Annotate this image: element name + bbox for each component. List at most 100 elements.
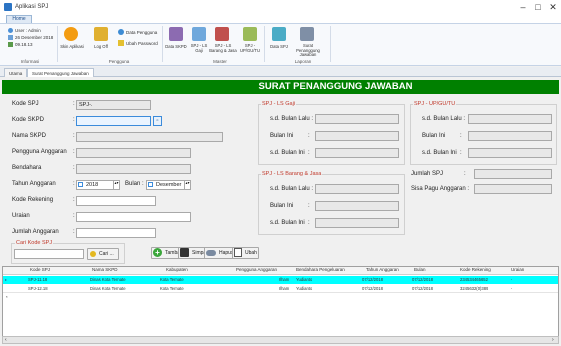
- column-header[interactable]: Uraian: [511, 266, 524, 274]
- gaji-sd-bulan-ini-label: s.d. Bulan Ini: [270, 150, 305, 156]
- pengguna-anggaran-field[interactable]: [76, 148, 191, 158]
- gaji-bulan-lalu-field[interactable]: [315, 114, 399, 124]
- column-header[interactable]: Bulan: [414, 266, 426, 274]
- table-cell: Kota Ternate: [160, 286, 184, 291]
- table-cell: SPJ-11.18: [28, 277, 48, 282]
- horizontal-scrollbar[interactable]: [2, 336, 559, 344]
- data-pengguna-button[interactable]: Data Pengguna: [126, 30, 157, 35]
- table-cell: 07/12/2018: [362, 286, 383, 291]
- spin-arrows-icon[interactable]: ▴▾: [113, 181, 119, 189]
- table-cell: 234534465652: [460, 277, 488, 282]
- table-cell: Ilham: [279, 277, 290, 282]
- spj-ls-barang-button[interactable]: SPJ - LS Barang & Jasa: [209, 43, 237, 53]
- surat-icon: [300, 27, 314, 41]
- new-row-indicator: *: [6, 295, 8, 300]
- logoff-button[interactable]: Log Off: [90, 44, 112, 49]
- jumlah-spj-field[interactable]: [474, 169, 552, 179]
- column-header[interactable]: Pengguna Anggaran: [236, 266, 277, 274]
- table-cell: Dinas Kota Ternate: [90, 277, 126, 282]
- colon: :: [73, 165, 75, 171]
- up-sd-bulan-ini-field[interactable]: [468, 148, 552, 158]
- group-label-laporan: Laporan: [294, 59, 312, 64]
- jumlah-spj-label: Jumlah SPJ: [411, 171, 444, 177]
- surat-button[interactable]: Surat Penanggung Jawaban: [293, 43, 323, 58]
- calendar-icon: [148, 182, 153, 187]
- kode-rekening-field[interactable]: [76, 196, 156, 206]
- sisa-pagu-field[interactable]: [474, 184, 552, 194]
- jumlah-anggaran-label: Jumlah Anggaran: [12, 229, 59, 235]
- column-header[interactable]: Nama SKPD: [92, 266, 118, 274]
- group-label-pengguna: Pengguna: [108, 59, 130, 64]
- colon: :: [73, 133, 75, 139]
- colon: :: [73, 181, 75, 187]
- user-icon: [8, 28, 13, 33]
- up-bulan-ini-label: Bulan Ini: [422, 133, 446, 139]
- scroll-right-icon[interactable]: ›: [552, 337, 554, 343]
- barang-sd-bulan-ini-field[interactable]: [315, 218, 399, 228]
- table-cell: -: [511, 277, 513, 282]
- bendahara-field[interactable]: [76, 164, 191, 174]
- spin-arrows-icon[interactable]: ▴▾: [184, 181, 190, 189]
- maximize-button[interactable]: □: [531, 2, 545, 12]
- ribbon-separator: [330, 26, 331, 62]
- time-label: 09.18.13: [15, 42, 33, 47]
- tab-surat-penanggung-jawaban[interactable]: Surat Penanggung Jawaban: [27, 68, 94, 77]
- date-label: 26 Desember 2018: [15, 35, 54, 40]
- spj-ls-gaji-icon: [192, 27, 206, 41]
- up-bulan-ini-field[interactable]: [468, 131, 552, 141]
- ribbon-separator: [57, 26, 58, 62]
- close-button[interactable]: ✕: [546, 2, 560, 12]
- barang-bulan-ini-label: Bulan Ini: [270, 203, 294, 209]
- spj-ls-barang-title: SPJ - LS Barang & Jasa: [261, 171, 323, 177]
- colon: :: [73, 197, 75, 203]
- ribbon-separator: [264, 26, 265, 62]
- scroll-left-icon[interactable]: ‹: [5, 337, 7, 343]
- barang-bulan-ini-field[interactable]: [315, 201, 399, 211]
- kode-spj-label: Kode SPJ: [12, 101, 39, 107]
- data-skpd-button[interactable]: Data SKPD: [165, 44, 187, 49]
- spj-up-icon: [243, 27, 257, 41]
- tab-home[interactable]: Home: [6, 15, 32, 23]
- tahun-anggaran-label: Tahun Anggaran: [12, 181, 56, 187]
- up-bulan-lalu-field[interactable]: [468, 114, 552, 124]
- table-cell: Yudianto: [296, 277, 313, 282]
- window-title: Aplikasi SPJ: [15, 4, 49, 10]
- up-sd-bulan-ini-label: s.d. Bulan Ini: [422, 150, 457, 156]
- nama-skpd-field[interactable]: [76, 132, 223, 142]
- colon: :: [73, 149, 75, 155]
- gaji-sd-bulan-ini-field[interactable]: [315, 148, 399, 158]
- uraian-field[interactable]: [76, 212, 191, 222]
- colon: :: [460, 150, 462, 156]
- group-label-master: Master: [213, 59, 227, 64]
- sisa-pagu-label: Sisa Pagu Anggaran :: [411, 186, 470, 192]
- kode-skpd-field[interactable]: [76, 116, 151, 126]
- column-header[interactable]: Bendahara Pengeluaran: [296, 266, 345, 274]
- spj-ls-gaji-button[interactable]: SPJ - LS Gaji: [188, 43, 210, 53]
- minimize-button[interactable]: –: [516, 2, 530, 12]
- cari-kode-spj-field[interactable]: [14, 249, 84, 259]
- barang-sd-bulan-ini-label: s.d. Bulan Ini: [270, 220, 305, 226]
- ubah-password-button[interactable]: Ubah Password: [126, 41, 158, 46]
- column-header[interactable]: Kode Rekening: [460, 266, 491, 274]
- row-indicator: ▸: [5, 277, 8, 282]
- kode-skpd-label: Kode SKPD: [12, 117, 45, 123]
- column-header[interactable]: Tahun Anggaran: [366, 266, 399, 274]
- skin-button[interactable]: Skin Aplikasi: [60, 44, 84, 49]
- clock-icon: [8, 42, 13, 47]
- colon: :: [308, 150, 310, 156]
- table-cell: 3245632(0)389: [460, 286, 489, 291]
- gaji-bulan-ini-field[interactable]: [315, 131, 399, 141]
- search-skpd-button[interactable]: ▫: [153, 116, 162, 126]
- barang-bulan-lalu-field[interactable]: [315, 184, 399, 194]
- column-header[interactable]: Kabupaten: [166, 266, 188, 274]
- data-spj-button[interactable]: Data SPJ: [268, 44, 290, 49]
- column-header[interactable]: Kode SPJ: [30, 266, 50, 274]
- lock-icon: [94, 27, 108, 41]
- table-cell: -: [511, 286, 513, 291]
- kode-spj-field[interactable]: SPJ-.: [76, 100, 151, 110]
- tab-utama[interactable]: Utama: [4, 68, 28, 77]
- jumlah-anggaran-field[interactable]: [76, 228, 156, 238]
- colon: :: [308, 203, 310, 209]
- spj-up-button[interactable]: SPJ - UP/GU/TU: [238, 43, 262, 53]
- table-cell: Dinas Kota Ternate: [90, 286, 126, 291]
